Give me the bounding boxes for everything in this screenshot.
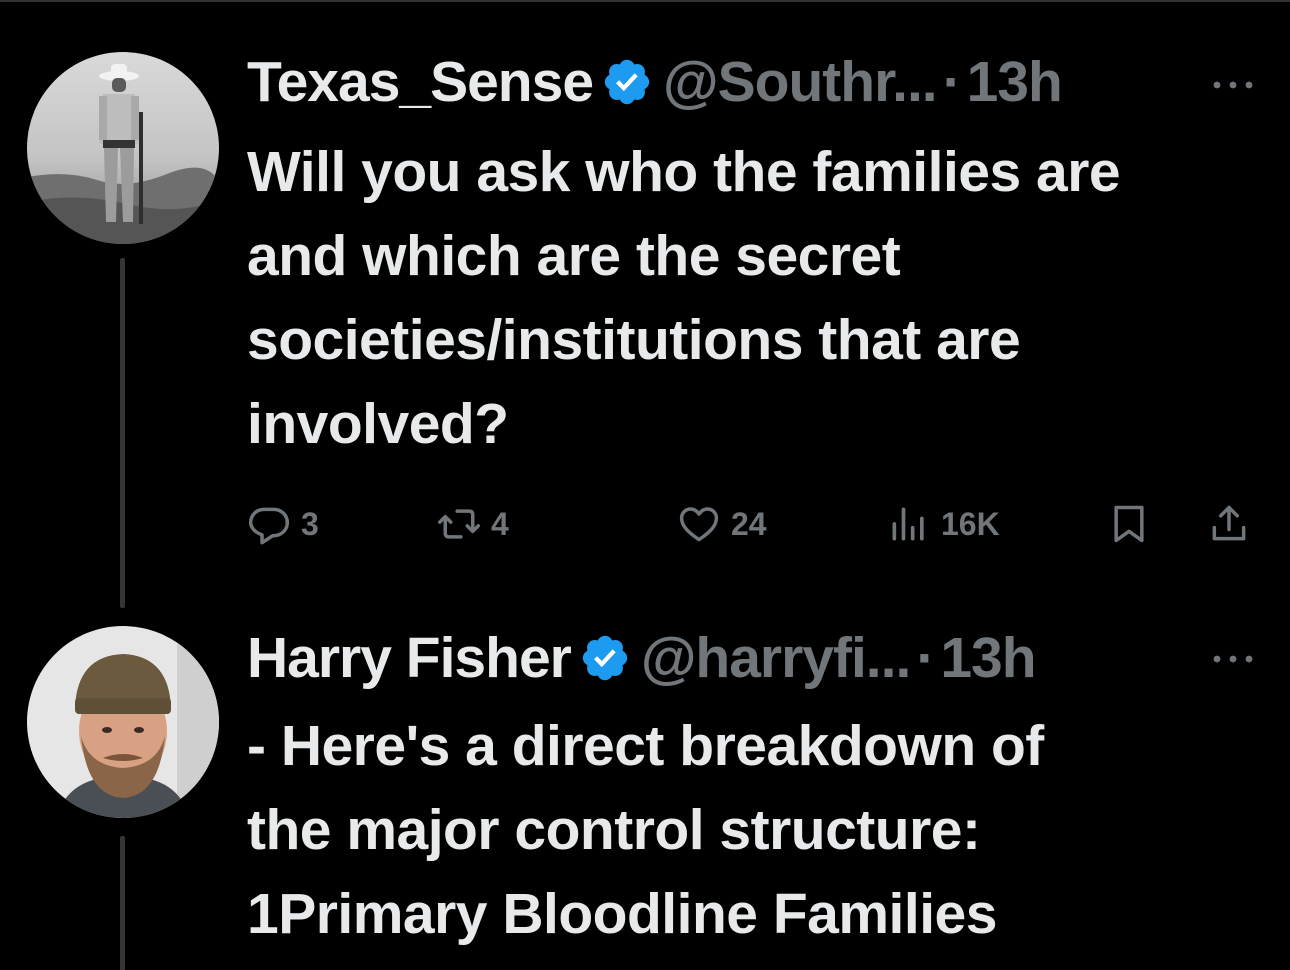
tweet-text: - Here's a direct breakdown of the major… xyxy=(247,704,1277,956)
tweet-text: Will you ask who the families are and wh… xyxy=(247,130,1277,466)
tweet[interactable]: Texas_Sense @Southr... · 13h Will you as… xyxy=(0,0,1290,608)
timestamp[interactable]: 13h xyxy=(940,625,1036,691)
views-count: 16K xyxy=(941,505,1000,542)
tweet-text-line: - Here's a direct breakdown of xyxy=(247,714,1044,778)
display-name[interactable]: Harry Fisher xyxy=(247,625,572,691)
share-button[interactable] xyxy=(1207,498,1251,550)
tweet[interactable]: Harry Fisher @harryfi... · 13h - Here's … xyxy=(0,600,1290,970)
avatar[interactable] xyxy=(27,52,219,244)
timestamp[interactable]: 13h xyxy=(967,49,1063,115)
tweet-text-line: 1Primary Bloodline Families xyxy=(247,882,997,946)
separator-dot: · xyxy=(942,50,962,114)
reply-icon xyxy=(248,507,290,545)
cowboy-avatar-icon xyxy=(27,52,219,244)
handle[interactable]: @harryfi... xyxy=(641,625,911,691)
reply-button[interactable]: 3 xyxy=(247,498,319,550)
bearded-man-avatar-icon xyxy=(27,626,219,818)
tweet-header: Texas_Sense @Southr... · 13h xyxy=(247,46,1063,118)
verified-badge-icon xyxy=(601,56,653,108)
more-options-icon[interactable] xyxy=(1210,652,1256,666)
repost-button[interactable]: 4 xyxy=(437,498,509,550)
thread-line xyxy=(120,258,125,608)
like-count: 24 xyxy=(731,505,767,542)
tweet-header: Harry Fisher @harryfi... · 13h xyxy=(247,622,1037,694)
display-name[interactable]: Texas_Sense xyxy=(247,49,594,115)
repost-icon xyxy=(438,509,480,539)
tweet-text-line: Will you ask who the families are xyxy=(247,140,1121,204)
separator-dot: · xyxy=(916,626,935,690)
tweet-text-line: and which are the secret xyxy=(247,224,901,288)
share-icon xyxy=(1212,505,1246,541)
avatar[interactable] xyxy=(27,626,219,818)
bookmark-icon xyxy=(1114,505,1144,543)
reply-count: 3 xyxy=(301,505,319,542)
tweet-text-line: involved? xyxy=(247,392,509,456)
repost-count: 4 xyxy=(491,505,509,542)
action-bar: 3 4 24 16K xyxy=(247,498,1267,550)
tweet-text-line: societies/institutions that are xyxy=(247,308,1021,372)
bookmark-button[interactable] xyxy=(1107,498,1151,550)
more-options-icon[interactable] xyxy=(1210,78,1256,92)
handle[interactable]: @Southr... xyxy=(663,49,938,115)
verified-badge-icon xyxy=(579,632,631,684)
heart-icon xyxy=(679,507,719,542)
thread-line xyxy=(120,836,125,970)
like-button[interactable]: 24 xyxy=(677,498,767,550)
views-button[interactable]: 16K xyxy=(887,498,1000,550)
views-chart-icon xyxy=(892,507,924,541)
tweet-text-line: the major control structure: xyxy=(247,798,981,862)
